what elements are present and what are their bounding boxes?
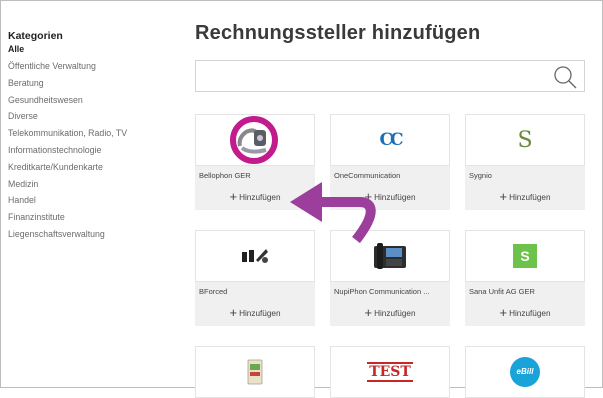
- sidebar-item-beratung[interactable]: Beratung: [8, 75, 178, 92]
- sidebar-item-oeffentliche-verwaltung[interactable]: Öffentliche Verwaltung: [8, 58, 178, 75]
- biller-card-onecommunication: CC OneCommunication + Hinzufügen: [330, 114, 450, 210]
- biller-card-nupiphon: NupiPhon Communication ... + Hinzufügen: [330, 230, 450, 326]
- add-biller-button[interactable]: + Hinzufügen: [465, 303, 585, 326]
- biller-card-sana: S Sana Unfit AG GER + Hinzufügen: [465, 230, 585, 326]
- biller-name: Sana Unfit AG GER: [469, 287, 535, 296]
- sidebar-item-liegenschaftsverwaltung[interactable]: Liegenschaftsverwaltung: [8, 226, 178, 243]
- sygnio-logo: S: [465, 114, 585, 166]
- add-biller-button[interactable]: + Hinzufügen: [465, 187, 585, 210]
- plus-icon: +: [229, 189, 238, 204]
- test-logo: TEST: [330, 346, 450, 398]
- biller-card-row3-3: eBill: [465, 346, 585, 398]
- sidebar-item-gesundheitswesen[interactable]: Gesundheitswesen: [8, 92, 178, 109]
- add-biller-button[interactable]: + Hinzufügen: [330, 303, 450, 326]
- sidebar-item-medizin[interactable]: Medizin: [8, 176, 178, 193]
- onecommunication-logo: CC: [330, 114, 450, 166]
- biller-name: OneCommunication: [334, 171, 401, 180]
- search-box: [195, 60, 585, 92]
- biller-card-bellophon: Bellophon GER + Hinzufügen: [195, 114, 315, 210]
- search-icon[interactable]: [552, 64, 578, 90]
- nupiphon-logo: [330, 230, 450, 282]
- sidebar-item-kreditkarte[interactable]: Kreditkarte/Kundenkarte: [8, 159, 178, 176]
- bellophon-logo: [195, 114, 315, 166]
- sidebar-item-telekommunikation[interactable]: Telekommunikation, Radio, TV: [8, 125, 178, 142]
- biller-name: Bellophon GER: [199, 171, 251, 180]
- sidebar-item-finanzinstitute[interactable]: Finanzinstitute: [8, 209, 178, 226]
- ebill-logo: eBill: [465, 346, 585, 398]
- search-input[interactable]: [202, 62, 546, 92]
- bforced-logo: [195, 230, 315, 282]
- sidebar-item-informationstechnologie[interactable]: Informationstechnologie: [8, 142, 178, 159]
- biller-card-row3-1: [195, 346, 315, 398]
- biller-card-row3-2: TEST: [330, 346, 450, 398]
- page-title: Rechnungssteller hinzufügen: [195, 22, 481, 44]
- sidebar-heading: Kategorien: [8, 30, 63, 42]
- plus-icon: +: [229, 305, 238, 320]
- sidebar-item-alle[interactable]: Alle: [8, 43, 178, 56]
- biller-name: NupiPhon Communication ...: [334, 287, 430, 296]
- add-biller-button[interactable]: + Hinzufügen: [195, 187, 315, 210]
- add-biller-button[interactable]: + Hinzufügen: [330, 187, 450, 210]
- add-biller-button[interactable]: + Hinzufügen: [195, 303, 315, 326]
- plus-icon: +: [499, 189, 508, 204]
- sidebar-item-diverse[interactable]: Diverse: [8, 108, 178, 125]
- category-sidebar: Kategorien Alle Öffentliche Verwaltung B…: [8, 30, 178, 243]
- biller-card-sygnio: S Sygnio + Hinzufügen: [465, 114, 585, 210]
- plus-icon: +: [499, 305, 508, 320]
- biller-card-bforced: BForced + Hinzufügen: [195, 230, 315, 326]
- sana-logo: S: [465, 230, 585, 282]
- plus-icon: +: [364, 305, 373, 320]
- plus-icon: +: [364, 189, 373, 204]
- biller-name: Sygnio: [469, 171, 492, 180]
- biller-name: BForced: [199, 287, 228, 296]
- card-logo: [195, 346, 315, 398]
- sidebar-item-handel[interactable]: Handel: [8, 192, 178, 209]
